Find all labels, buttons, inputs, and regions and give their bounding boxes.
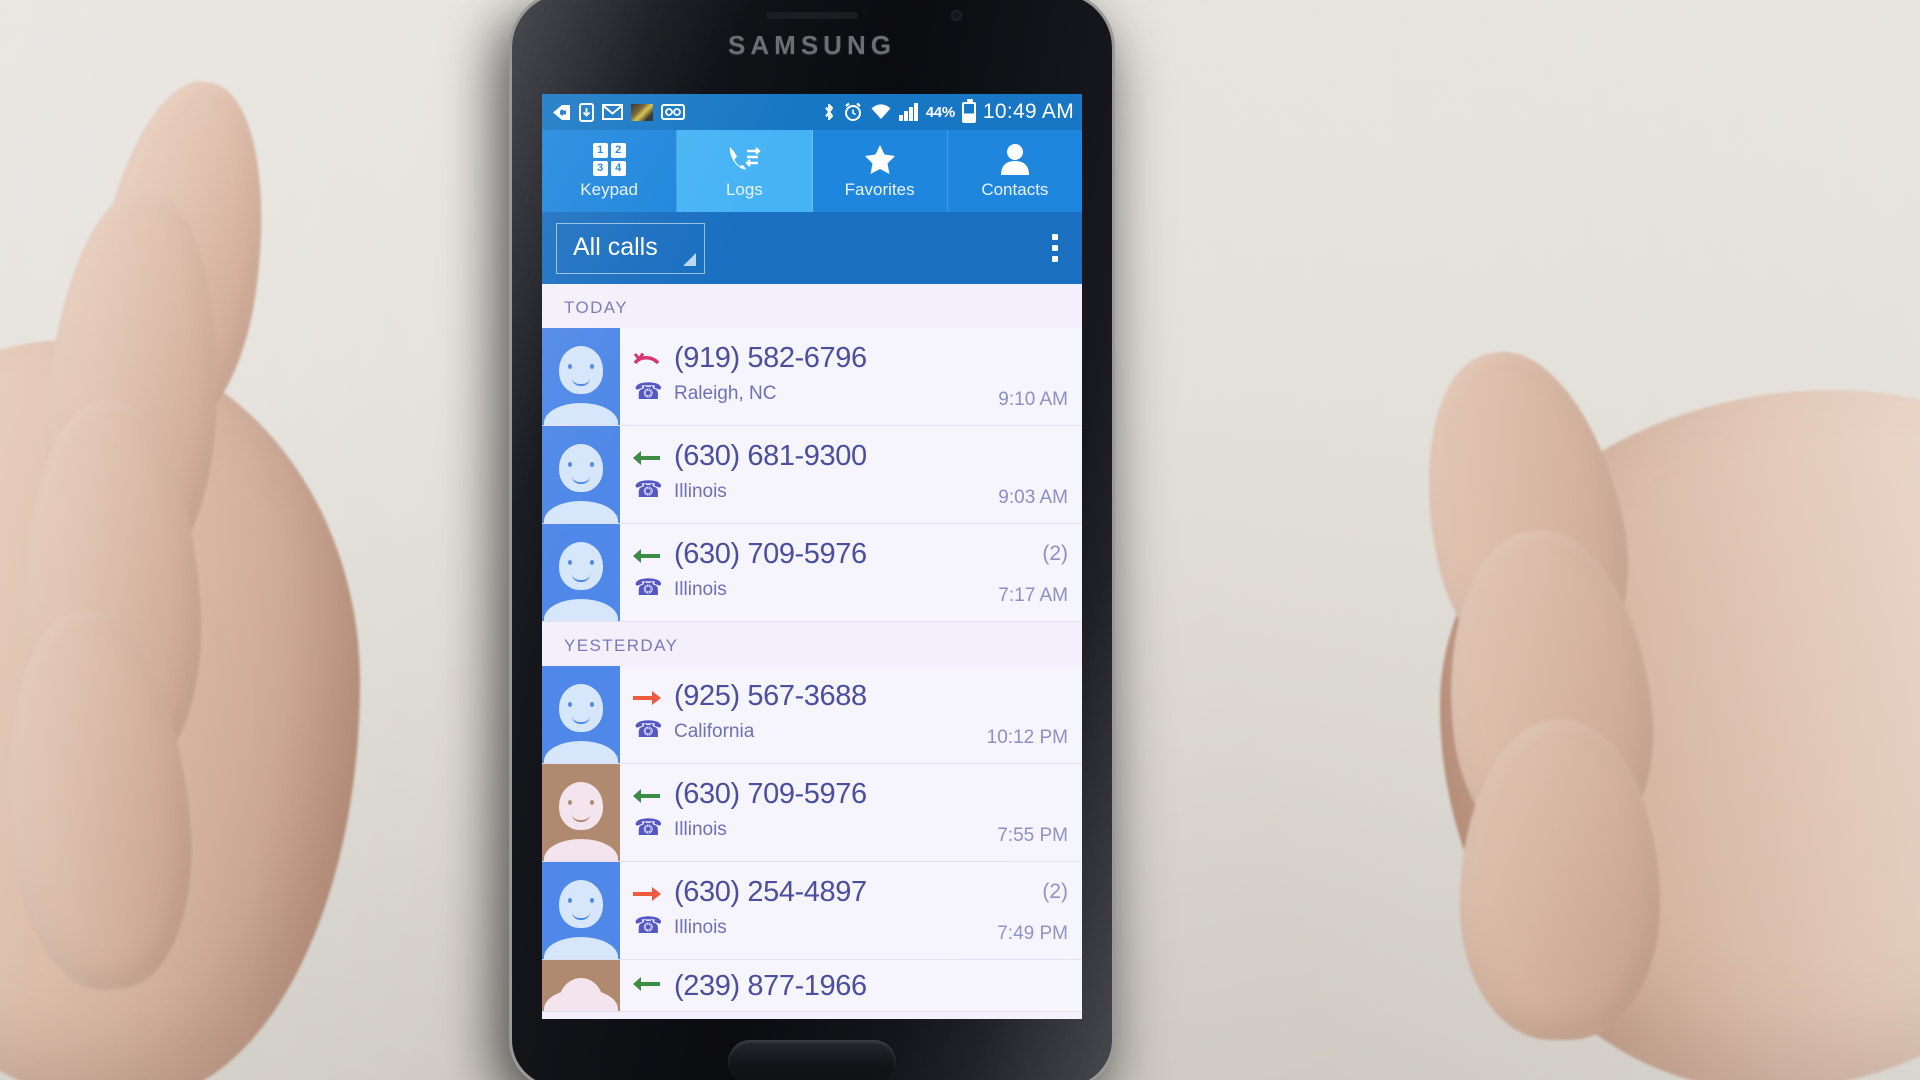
incoming-call-icon bbox=[632, 786, 662, 806]
keypad-key-4: 4 bbox=[610, 160, 626, 176]
table-row[interactable]: ☎ (630) 681-9300 Illinois 9:03 AM bbox=[542, 426, 1082, 524]
call-icons: ☎ bbox=[620, 426, 674, 523]
call-log-list[interactable]: TODAY ☎ (919) 582-6796 Raleigh, NC 9:10 … bbox=[542, 284, 1082, 1019]
battery-icon bbox=[961, 98, 976, 123]
section-header-today: TODAY bbox=[542, 284, 1082, 328]
bluetooth-icon bbox=[822, 102, 836, 122]
wifi-icon bbox=[870, 103, 892, 121]
phone-screen: 44% 10:49 AM 1 2 3 4 Keypad Logs Favorit… bbox=[542, 94, 1082, 1019]
call-icons: ☎ bbox=[620, 524, 674, 621]
tab-keypad-label: Keypad bbox=[580, 180, 638, 199]
tab-contacts[interactable]: Contacts bbox=[948, 130, 1082, 212]
call-count: (2) bbox=[1042, 880, 1068, 903]
tab-logs-label: Logs bbox=[725, 180, 763, 199]
keypad-key-2: 2 bbox=[610, 142, 626, 158]
chevron-down-icon bbox=[682, 252, 696, 266]
status-bar-right: 44% 10:49 AM bbox=[822, 98, 1074, 124]
incoming-call-icon bbox=[632, 448, 662, 468]
call-time: 9:03 AM bbox=[998, 487, 1068, 508]
call-number: (630) 709-5976 bbox=[674, 538, 867, 570]
samsung-logo: SAMSUNG bbox=[728, 30, 896, 60]
call-time: 7:55 PM bbox=[997, 825, 1068, 846]
keypad-key-1: 1 bbox=[592, 142, 608, 158]
right-hand bbox=[1220, 330, 1920, 1080]
call-time: 9:10 AM bbox=[998, 389, 1068, 410]
tab-contacts-label: Contacts bbox=[981, 180, 1049, 199]
call-number: (925) 567-3688 bbox=[674, 680, 867, 712]
status-clock: 10:49 AM bbox=[982, 100, 1074, 123]
samsung-phone: SAMSUNG 44% 10:49 AM 1 2 3 4 Keypad Logs… bbox=[512, 0, 1112, 1080]
filter-bar: All calls bbox=[542, 212, 1082, 284]
call-number: (919) 582-6796 bbox=[674, 342, 867, 374]
call-number: (239) 877-1966 bbox=[674, 970, 867, 1002]
signal-icon bbox=[898, 103, 919, 121]
device-download-icon bbox=[579, 102, 594, 122]
call-icons: ☎ bbox=[620, 764, 674, 861]
avatar bbox=[542, 666, 620, 763]
tab-logs[interactable]: Logs bbox=[677, 130, 813, 212]
scene: SAMSUNG 44% 10:49 AM 1 2 3 4 Keypad Logs… bbox=[0, 0, 1920, 1080]
front-camera bbox=[951, 10, 962, 21]
avatar bbox=[542, 960, 620, 1011]
call-icons: ☎ bbox=[620, 328, 674, 425]
home-button[interactable] bbox=[728, 1040, 896, 1080]
tab-favorites-label: Favorites bbox=[844, 180, 915, 199]
gmail-icon bbox=[602, 104, 623, 120]
missed-call-icon bbox=[632, 350, 662, 370]
call-back-icon[interactable]: ☎ bbox=[634, 380, 663, 403]
all-calls-label: All calls bbox=[573, 232, 658, 261]
call-logs-icon bbox=[726, 142, 762, 176]
table-row[interactable]: ☎ (630) 254-4897 Illinois (2) 7:49 PM bbox=[542, 862, 1082, 960]
incoming-call-icon bbox=[632, 546, 662, 566]
table-row[interactable]: ☎ (925) 567-3688 California 10:12 PM bbox=[542, 666, 1082, 764]
call-number: (630) 254-4897 bbox=[674, 876, 867, 908]
avatar bbox=[542, 764, 620, 861]
avatar bbox=[542, 426, 620, 523]
call-icons: ☎ bbox=[620, 666, 674, 763]
call-count: (2) bbox=[1042, 542, 1068, 565]
incoming-call-icon bbox=[632, 974, 662, 994]
photo-thumbnail-icon bbox=[631, 103, 653, 121]
call-back-icon[interactable]: ☎ bbox=[634, 576, 663, 599]
star-icon bbox=[863, 142, 897, 176]
back-sync-icon bbox=[552, 104, 571, 121]
call-number: (630) 709-5976 bbox=[674, 778, 867, 810]
table-row[interactable]: (239) 877-1966 bbox=[542, 960, 1082, 1012]
call-time: 7:17 AM bbox=[998, 585, 1068, 606]
dialer-tab-bar: 1 2 3 4 Keypad Logs Favorites Contacts bbox=[542, 130, 1082, 212]
more-vertical-icon[interactable] bbox=[1042, 228, 1068, 268]
alarm-icon bbox=[843, 102, 863, 122]
table-row[interactable]: ☎ (630) 709-5976 Illinois (2) 7:17 AM bbox=[542, 524, 1082, 622]
table-row[interactable]: ☎ (919) 582-6796 Raleigh, NC 9:10 AM bbox=[542, 328, 1082, 426]
tab-favorites[interactable]: Favorites bbox=[813, 130, 948, 212]
avatar bbox=[542, 862, 620, 959]
call-back-icon[interactable]: ☎ bbox=[634, 718, 663, 741]
tab-keypad[interactable]: 1 2 3 4 Keypad bbox=[542, 130, 678, 212]
table-row[interactable]: ☎ (630) 709-5976 Illinois 7:55 PM bbox=[542, 764, 1082, 862]
call-back-icon[interactable]: ☎ bbox=[634, 478, 663, 501]
battery-percent: 44% bbox=[925, 103, 955, 121]
call-icons bbox=[620, 960, 674, 1011]
call-icons: ☎ bbox=[620, 862, 674, 959]
call-time: 10:12 PM bbox=[986, 727, 1068, 748]
section-header-yesterday: YESTERDAY bbox=[542, 622, 1082, 666]
left-hand bbox=[0, 40, 550, 1080]
call-back-icon[interactable]: ☎ bbox=[634, 816, 663, 839]
avatar bbox=[542, 328, 620, 425]
outgoing-call-icon bbox=[632, 688, 662, 708]
call-number: (630) 681-9300 bbox=[674, 440, 867, 472]
outgoing-call-icon bbox=[632, 884, 662, 904]
earpiece-speaker bbox=[766, 12, 858, 19]
person-icon bbox=[1000, 142, 1030, 176]
avatar bbox=[542, 524, 620, 621]
status-bar: 44% 10:49 AM bbox=[542, 94, 1082, 130]
keypad-key-3: 3 bbox=[592, 160, 608, 176]
keypad-icon: 1 2 3 4 bbox=[592, 142, 626, 176]
voicemail-icon bbox=[661, 104, 685, 120]
call-time: 7:49 PM bbox=[997, 923, 1068, 944]
all-calls-dropdown[interactable]: All calls bbox=[556, 222, 705, 274]
call-back-icon[interactable]: ☎ bbox=[634, 914, 663, 937]
